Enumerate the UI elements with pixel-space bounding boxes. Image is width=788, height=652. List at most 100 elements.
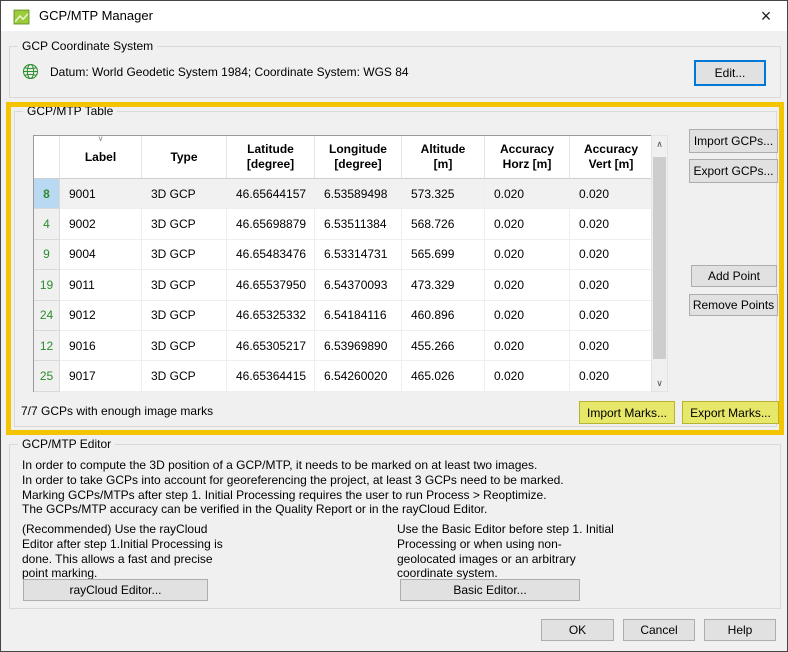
basic-editor-button[interactable]: Basic Editor... [400, 579, 580, 601]
cell-latitude[interactable]: 46.65644157 [227, 179, 315, 209]
column-header-accuracy-vert[interactable]: Accuracy Vert [m] [570, 136, 652, 179]
cell-accuracy-horz[interactable]: 0.020 [485, 179, 570, 209]
cell-altitude[interactable]: 473.329 [402, 270, 485, 300]
row-number[interactable]: 12 [34, 331, 60, 361]
cell-label[interactable]: 9012 [60, 301, 142, 331]
row-number[interactable]: 8 [34, 179, 60, 209]
cell-accuracy-horz[interactable]: 0.020 [485, 270, 570, 300]
cell-accuracy-vert[interactable]: 0.020 [570, 179, 652, 209]
cell-altitude[interactable]: 573.325 [402, 179, 485, 209]
editor-instructions: In order to compute the 3D position of a… [22, 458, 770, 517]
cell-label[interactable]: 9016 [60, 331, 142, 361]
datum-text: Datum: World Geodetic System 1984; Coord… [50, 65, 409, 79]
cell-latitude[interactable]: 46.65364415 [227, 361, 315, 391]
row-number[interactable]: 25 [34, 361, 60, 391]
column-header-latitude[interactable]: Latitude [degree] [227, 136, 315, 179]
row-number[interactable]: 9 [34, 240, 60, 270]
cell-longitude[interactable]: 6.53511384 [315, 209, 402, 239]
remove-points-button[interactable]: Remove Points [689, 294, 778, 316]
cell-latitude[interactable]: 46.65698879 [227, 209, 315, 239]
table-row[interactable]: 9 9004 3D GCP 46.65483476 6.53314731 565… [34, 240, 650, 270]
export-gcps-button[interactable]: Export GCPs... [689, 159, 778, 183]
row-number[interactable]: 19 [34, 270, 60, 300]
table-row[interactable]: 24 9012 3D GCP 46.65325332 6.54184116 46… [34, 301, 650, 331]
row-number[interactable]: 24 [34, 301, 60, 331]
cell-label[interactable]: 9001 [60, 179, 142, 209]
app-icon [13, 8, 30, 25]
column-header-type[interactable]: Type [142, 136, 227, 179]
column-header-label[interactable]: ∨Label [60, 136, 142, 179]
cell-label[interactable]: 9002 [60, 209, 142, 239]
column-header-altitude[interactable]: Altitude [m] [402, 136, 485, 179]
cell-longitude[interactable]: 6.54184116 [315, 301, 402, 331]
edit-button[interactable]: Edit... [694, 60, 766, 86]
cell-type[interactable]: 3D GCP [142, 209, 227, 239]
cell-accuracy-vert[interactable]: 0.020 [570, 361, 652, 391]
cell-longitude[interactable]: 6.54370093 [315, 270, 402, 300]
column-header-accuracy-horz[interactable]: Accuracy Horz [m] [485, 136, 570, 179]
table-row[interactable]: 8 9001 3D GCP 46.65644157 6.53589498 573… [34, 179, 650, 209]
close-icon[interactable]: × [753, 4, 779, 28]
cell-label[interactable]: 9011 [60, 270, 142, 300]
cell-type[interactable]: 3D GCP [142, 270, 227, 300]
cell-longitude[interactable]: 6.53589498 [315, 179, 402, 209]
export-marks-button[interactable]: Export Marks... [682, 401, 779, 424]
cell-type[interactable]: 3D GCP [142, 331, 227, 361]
cell-latitude[interactable]: 46.65483476 [227, 240, 315, 270]
cancel-button[interactable]: Cancel [623, 619, 695, 641]
cell-label[interactable]: 9017 [60, 361, 142, 391]
scrollbar-thumb[interactable] [653, 157, 666, 359]
table-row[interactable]: 25 9017 3D GCP 46.65364415 6.54260020 46… [34, 361, 650, 391]
raycloud-editor-button[interactable]: rayCloud Editor... [23, 579, 208, 601]
help-button[interactable]: Help [704, 619, 776, 641]
table-row[interactable]: 4 9002 3D GCP 46.65698879 6.53511384 568… [34, 209, 650, 239]
import-gcps-button[interactable]: Import GCPs... [689, 129, 778, 153]
cell-latitude[interactable]: 46.65305217 [227, 331, 315, 361]
cell-type[interactable]: 3D GCP [142, 179, 227, 209]
cell-altitude[interactable]: 465.026 [402, 361, 485, 391]
cell-longitude[interactable]: 6.53969890 [315, 331, 402, 361]
cell-type[interactable]: 3D GCP [142, 301, 227, 331]
cell-altitude[interactable]: 460.896 [402, 301, 485, 331]
column-header-longitude[interactable]: Longitude [degree] [315, 136, 402, 179]
cell-longitude[interactable]: 6.53314731 [315, 240, 402, 270]
coordinate-system-group-label: GCP Coordinate System [18, 39, 157, 53]
gcp-coordinate-system-group: GCP Coordinate System Datum: World Geode… [9, 46, 781, 98]
scroll-down-icon[interactable]: ∨ [652, 375, 667, 391]
add-point-button[interactable]: Add Point [691, 265, 777, 287]
table-vertical-scrollbar[interactable]: ∧ ∨ [651, 135, 668, 392]
import-marks-button[interactable]: Import Marks... [579, 401, 675, 424]
ok-button[interactable]: OK [541, 619, 614, 641]
cell-accuracy-horz[interactable]: 0.020 [485, 361, 570, 391]
table-row[interactable]: 19 9011 3D GCP 46.65537950 6.54370093 47… [34, 270, 650, 300]
cell-accuracy-horz[interactable]: 0.020 [485, 301, 570, 331]
gcp-table: ∨Label Type Latitude [degree] Longitude … [33, 135, 651, 392]
table-group-label: GCP/MTP Table [23, 104, 117, 118]
editor-instruction-line: The GCPs/MTP accuracy can be verified in… [22, 502, 770, 517]
cell-accuracy-horz[interactable]: 0.020 [485, 209, 570, 239]
cell-latitude[interactable]: 46.65325332 [227, 301, 315, 331]
cell-type[interactable]: 3D GCP [142, 240, 227, 270]
gcp-marks-status-text: 7/7 GCPs with enough image marks [21, 404, 213, 418]
table-row[interactable]: 12 9016 3D GCP 46.65305217 6.53969890 45… [34, 331, 650, 361]
cell-accuracy-vert[interactable]: 0.020 [570, 270, 652, 300]
cell-altitude[interactable]: 455.266 [402, 331, 485, 361]
cell-accuracy-vert[interactable]: 0.020 [570, 240, 652, 270]
editor-instruction-line: In order to take GCPs into account for g… [22, 473, 770, 488]
corner-cell [34, 136, 60, 179]
row-number[interactable]: 4 [34, 209, 60, 239]
cell-accuracy-vert[interactable]: 0.020 [570, 331, 652, 361]
cell-altitude[interactable]: 568.726 [402, 209, 485, 239]
cell-accuracy-horz[interactable]: 0.020 [485, 331, 570, 361]
cell-latitude[interactable]: 46.65537950 [227, 270, 315, 300]
cell-label[interactable]: 9004 [60, 240, 142, 270]
gcp-mtp-editor-group: GCP/MTP Editor In order to compute the 3… [9, 444, 781, 609]
cell-longitude[interactable]: 6.54260020 [315, 361, 402, 391]
cell-accuracy-vert[interactable]: 0.020 [570, 301, 652, 331]
scroll-up-icon[interactable]: ∧ [652, 136, 667, 152]
cell-accuracy-vert[interactable]: 0.020 [570, 209, 652, 239]
table-header-row: ∨Label Type Latitude [degree] Longitude … [34, 136, 650, 179]
cell-type[interactable]: 3D GCP [142, 361, 227, 391]
cell-accuracy-horz[interactable]: 0.020 [485, 240, 570, 270]
cell-altitude[interactable]: 565.699 [402, 240, 485, 270]
